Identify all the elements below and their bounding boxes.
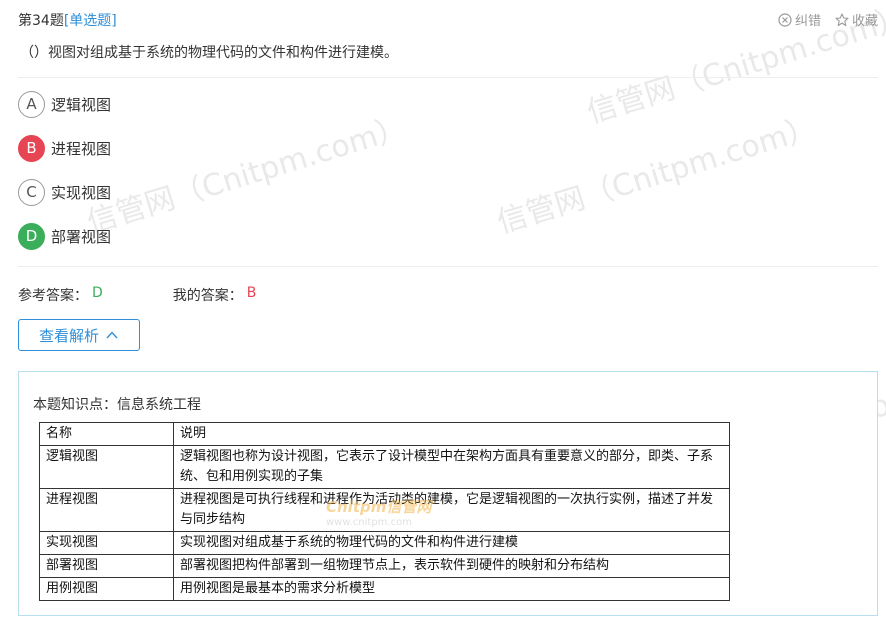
option-letter: A [18,90,45,118]
table-cell-desc: 用例视图是最基本的需求分析模型 [173,577,730,601]
favorite-label: 收藏 [851,14,878,29]
table-row: 进程视图 进程视图是可执行线程和进程作为活动类的建模，它是逻辑视图的一次执行实例… [39,488,730,532]
table-cell-desc: 进程视图是可执行线程和进程作为活动类的建模，它是逻辑视图的一次执行实例，描述了并… [173,488,730,532]
star-icon [835,12,849,26]
table-cell-desc: 逻辑视图也称为设计视图，它表示了设计模型中在架构方面具有重要意义的部分，即类、子… [173,445,730,489]
divider [18,266,878,267]
option-a[interactable]: A 逻辑视图 [18,90,111,118]
table-cell-desc: 部署视图把构件部署到一组物理节点上，表示软件到硬件的映射和分布结构 [173,554,730,578]
question-text: （）视图对组成基于系统的物理代码的文件和构件进行建模。 [20,45,398,61]
option-b[interactable]: B 进程视图 [18,134,111,162]
options-list: A 逻辑视图 B 进程视图 C 实现视图 D 部署视图 [18,90,111,266]
table-row: 实现视图 实现视图对组成基于系统的物理代码的文件和构件进行建模 [39,531,730,555]
table-header: 名称 [39,422,174,446]
my-answer: 我的答案： B [173,285,257,305]
reference-answer: 参考答案： D [18,285,103,305]
table-cell-desc: 实现视图对组成基于系统的物理代码的文件和构件进行建模 [173,531,730,555]
knowledge-point: 本题知识点：信息系统工程 [33,394,201,414]
correct-error-button[interactable]: 纠错 [778,10,821,29]
option-label: 逻辑视图 [51,95,112,114]
views-table: 名称 说明 逻辑视图 逻辑视图也称为设计视图，它表示了设计模型中在架构方面具有重… [39,422,730,601]
watermark-text: 信管网（Cnitpm.com） [493,110,821,241]
option-d[interactable]: D 部署视图 [18,222,111,250]
chevron-up-icon [106,331,118,339]
option-label: 进程视图 [51,139,112,158]
knowledge-point-label: 本题知识点： [33,397,117,413]
header-actions: 纠错 收藏 [778,10,878,29]
table-row: 逻辑视图 逻辑视图也称为设计视图，它表示了设计模型中在架构方面具有重要意义的部分… [39,445,730,489]
table-cell-name: 部署视图 [39,554,174,578]
divider [18,77,878,78]
table-cell-name: 用例视图 [39,577,174,601]
option-letter: D [18,222,45,250]
question-number-text: 第34题 [18,13,64,29]
table-cell-name: 逻辑视图 [39,445,174,489]
my-answer-value: B [246,285,257,301]
table-header: 说明 [173,422,730,446]
knowledge-point-value: 信息系统工程 [117,397,201,413]
table-cell-name: 实现视图 [39,531,174,555]
view-analysis-label: 查看解析 [38,326,99,345]
option-letter: C [18,178,45,206]
watermark-text: 信管网（Cnitpm.com） [83,110,411,241]
question-type: [单选题] [63,13,117,29]
reference-answer-label: 参考答案： [18,288,88,304]
option-label: 实现视图 [51,183,112,202]
question-number: 第34题[单选题] [18,10,117,30]
option-letter: B [18,134,45,162]
table-row: 用例视图 用例视图是最基本的需求分析模型 [39,577,730,601]
table-cell-name: 进程视图 [39,488,174,532]
option-c[interactable]: C 实现视图 [18,178,111,206]
option-label: 部署视图 [51,227,112,246]
error-circle-icon [778,12,792,27]
reference-answer-value: D [92,285,103,301]
analysis-panel: 本题知识点：信息系统工程 名称 说明 逻辑视图 逻辑视图也称为设计视图，它表示了… [18,371,878,616]
favorite-button[interactable]: 收藏 [835,10,878,29]
my-answer-label: 我的答案： [172,288,243,304]
answers-row: 参考答案： D 我的答案： B [18,285,326,305]
question-header: 第34题[单选题] 纠错 收藏 [18,10,878,30]
table-row: 部署视图 部署视图把构件部署到一组物理节点上，表示软件到硬件的映射和分布结构 [39,554,730,578]
view-analysis-button[interactable]: 查看解析 [18,319,140,351]
correct-error-label: 纠错 [794,14,821,29]
table-header-row: 名称 说明 [39,422,730,446]
